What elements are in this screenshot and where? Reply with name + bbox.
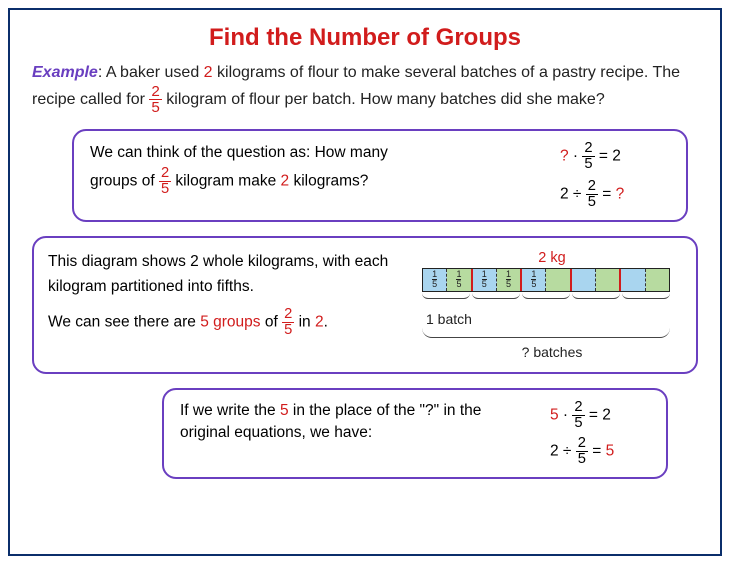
question-label: ? batches [422, 344, 682, 360]
p1-fraction: 25 [159, 166, 171, 196]
tape-bar: 15 15 15 15 15 [422, 268, 670, 292]
p1-line2: groups of 25 kilogram make 2 kilograms? [90, 166, 544, 196]
tape-cell: 15 [497, 269, 522, 291]
total-brace [422, 328, 670, 344]
lesson-card: Find the Number of Groups Example: A bak… [8, 8, 722, 556]
panel2-text: This diagram shows 2 whole kilograms, wi… [48, 250, 410, 360]
p1-line1: We can think of the question as: How man… [90, 141, 544, 166]
brace-icon [622, 293, 670, 299]
brace-icon [572, 293, 620, 299]
panel3-text: If we write the 5 in the place of the "?… [180, 400, 534, 467]
panel-solution: If we write the 5 in the place of the "?… [162, 388, 668, 479]
diagram-top-label: 2 kg [422, 250, 682, 266]
tape-cell [572, 269, 596, 291]
tape-cell: 15 [423, 269, 447, 291]
prompt-fraction: 25 [149, 84, 161, 115]
p2-line2: We can see there are 5 groups of 25 in 2… [48, 307, 410, 337]
prompt-pre: : A baker used [98, 64, 204, 81]
tape-cell [646, 269, 669, 291]
p2-fraction: 25 [282, 307, 294, 337]
tape-cell [621, 269, 645, 291]
eq-mult-unknown: ? · 25 = 2 [560, 141, 670, 171]
group-braces [422, 293, 670, 311]
page-title: Find the Number of Groups [32, 24, 698, 52]
example-label: Example [32, 64, 98, 81]
brace-icon [522, 293, 570, 299]
prompt-mid2: kilogram of flour per batch. How many ba… [162, 91, 605, 108]
tape-cell: 15 [522, 269, 546, 291]
eq-div-solved: 2 ÷ 25 = 5 [550, 436, 650, 466]
batch-label: 1 batch [426, 311, 682, 327]
eq-div-unknown: 2 ÷ 25 = ? [560, 179, 670, 209]
panel3-equations: 5 · 25 = 2 2 ÷ 25 = 5 [550, 400, 650, 467]
tape-cell: 15 [473, 269, 497, 291]
panel-rephrase: We can think of the question as: How man… [72, 129, 688, 222]
eq-mult-solved: 5 · 25 = 2 [550, 400, 650, 430]
tape-cell [546, 269, 571, 291]
tape-cell: 15 [447, 269, 472, 291]
example-prompt: Example: A baker used 2 kilograms of flo… [32, 62, 698, 115]
panel1-equations: ? · 25 = 2 2 ÷ 25 = ? [560, 141, 670, 210]
p2-line1: This diagram shows 2 whole kilograms, wi… [48, 250, 410, 300]
prompt-qty: 2 [204, 64, 213, 81]
brace-icon [422, 293, 470, 299]
panel-diagram: This diagram shows 2 whole kilograms, wi… [32, 236, 698, 374]
brace-icon [472, 293, 520, 299]
tape-diagram: 2 kg 15 15 15 15 15 1 batch [422, 250, 682, 360]
brace-icon [422, 328, 670, 338]
panel1-text: We can think of the question as: How man… [90, 141, 544, 210]
tape-cell [596, 269, 621, 291]
